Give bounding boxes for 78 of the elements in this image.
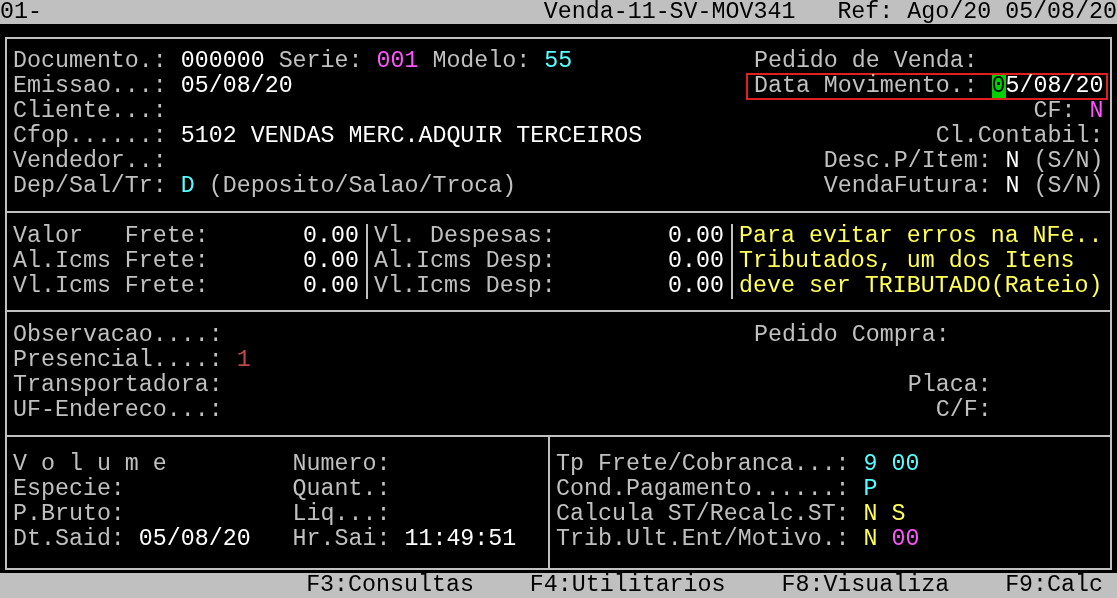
field-value: N xyxy=(863,502,878,527)
function-key[interactable]: F8:Visualiza xyxy=(781,573,950,598)
notice-text: Tributados, um dos Itens xyxy=(739,249,1075,274)
field-value: 000000 xyxy=(180,49,265,74)
field-label: Placa: xyxy=(907,373,992,398)
field-value: N xyxy=(863,527,878,552)
field-label: Documento.: xyxy=(13,49,167,74)
field-label: P.Bruto: xyxy=(13,502,125,527)
field-label: Modelo: xyxy=(432,49,531,74)
amount-value: 0.00 xyxy=(668,224,724,249)
field-label: Liq...: xyxy=(292,502,391,527)
field-value: 9 xyxy=(863,452,878,477)
field-value: 5102 xyxy=(180,124,237,149)
field-value: 1 xyxy=(236,348,251,373)
field-label: Vl.Icms Frete: xyxy=(13,274,209,299)
amount-value: 0.00 xyxy=(668,274,724,299)
field-label: Especie: xyxy=(13,477,125,502)
field-label: Tp Frete/Cobranca...: xyxy=(556,452,850,477)
field-label: Quant.: xyxy=(292,477,391,502)
field-label: Data Movimento.: xyxy=(753,75,978,98)
field-value: 55 xyxy=(544,49,573,74)
reference-date: Ref: Ago/20 05/08/20 xyxy=(837,0,1117,24)
field-value: P xyxy=(863,477,878,502)
field-value: N xyxy=(1005,149,1020,174)
notice-text: deve ser TRIBUTADO(Rateio) xyxy=(739,274,1103,299)
field-label: Dep/Sal/Tr: xyxy=(13,174,167,199)
notice-text: Para evitar erros na NFe.. xyxy=(739,224,1103,249)
field-value: N xyxy=(1005,174,1020,199)
program-name: Venda-11-SV-MOV341 xyxy=(543,0,796,24)
field-label: UF-Endereco...: xyxy=(13,398,223,423)
field-value: D xyxy=(180,174,195,199)
field-label: Al.Icms Frete: xyxy=(13,249,209,274)
field-label: Cond.Pagamento......: xyxy=(556,477,850,502)
field-value: 05/08/20 xyxy=(138,527,251,552)
field-label: Pedido de Venda: xyxy=(753,49,978,74)
function-key[interactable]: F3:Consultas xyxy=(306,573,474,598)
amount-value: 0.00 xyxy=(303,274,359,299)
field-label: Presencial....: xyxy=(13,348,223,373)
field-label: Hr.Sai: xyxy=(292,527,391,552)
field-label: Cliente...: xyxy=(13,99,167,124)
field-label: Trib.Ult.Ent/Motivo.: xyxy=(556,527,850,552)
field-value: N xyxy=(1089,99,1104,124)
amount-value: 0.00 xyxy=(303,249,359,274)
field-label: Serie: xyxy=(278,49,363,74)
field-value: (S/N) xyxy=(1033,174,1104,199)
field-label: CF: xyxy=(1033,99,1076,124)
field-label: Observacao....: xyxy=(13,323,223,348)
field-value: 00 xyxy=(891,527,920,552)
field-label: VendaFutura: xyxy=(823,174,992,199)
field-label: Emissao...: xyxy=(13,74,167,99)
field-label: C/F: xyxy=(935,398,992,423)
field-label: Cfop......: xyxy=(13,124,167,149)
field-label: Desc.P/Item: xyxy=(823,149,992,174)
field-label: Al.Icms Desp: xyxy=(374,249,556,274)
amount-value: 0.00 xyxy=(303,224,359,249)
field-label: Transportadora: xyxy=(13,373,223,398)
field-label: Pedido Compra: xyxy=(753,323,950,348)
field-label: Calcula ST/Recalc.ST: xyxy=(556,502,850,527)
function-key[interactable]: F9:Calc xyxy=(1005,573,1103,598)
field-label: V o l u m e xyxy=(13,452,167,477)
field-label: Cl.Contabil: xyxy=(935,124,1104,149)
amount-value: 0.00 xyxy=(668,249,724,274)
function-key[interactable]: F4:Utilitarios xyxy=(529,573,726,598)
field-value: VENDAS MERC.ADQUIR TERCEIROS xyxy=(250,124,643,149)
field-value: 11:49:51 xyxy=(404,527,517,552)
field-label: Valor Frete: xyxy=(13,224,209,249)
field-value: 05/08/20 xyxy=(180,74,293,99)
field-label: Vl.Icms Desp: xyxy=(374,274,556,299)
field-label: Numero: xyxy=(292,452,391,477)
field-value: 001 xyxy=(376,49,419,74)
field-label: Vendedor..: xyxy=(13,149,167,174)
field-label: Vl. Despesas: xyxy=(374,224,556,249)
field-value: (Deposito/Salao/Troca) xyxy=(208,174,517,199)
field-value: S xyxy=(891,502,906,527)
field-value: (S/N) xyxy=(1033,149,1104,174)
session-label: 01- xyxy=(0,0,42,24)
field-label: Dt.Said: xyxy=(13,527,125,552)
field-value: 00 xyxy=(891,452,920,477)
